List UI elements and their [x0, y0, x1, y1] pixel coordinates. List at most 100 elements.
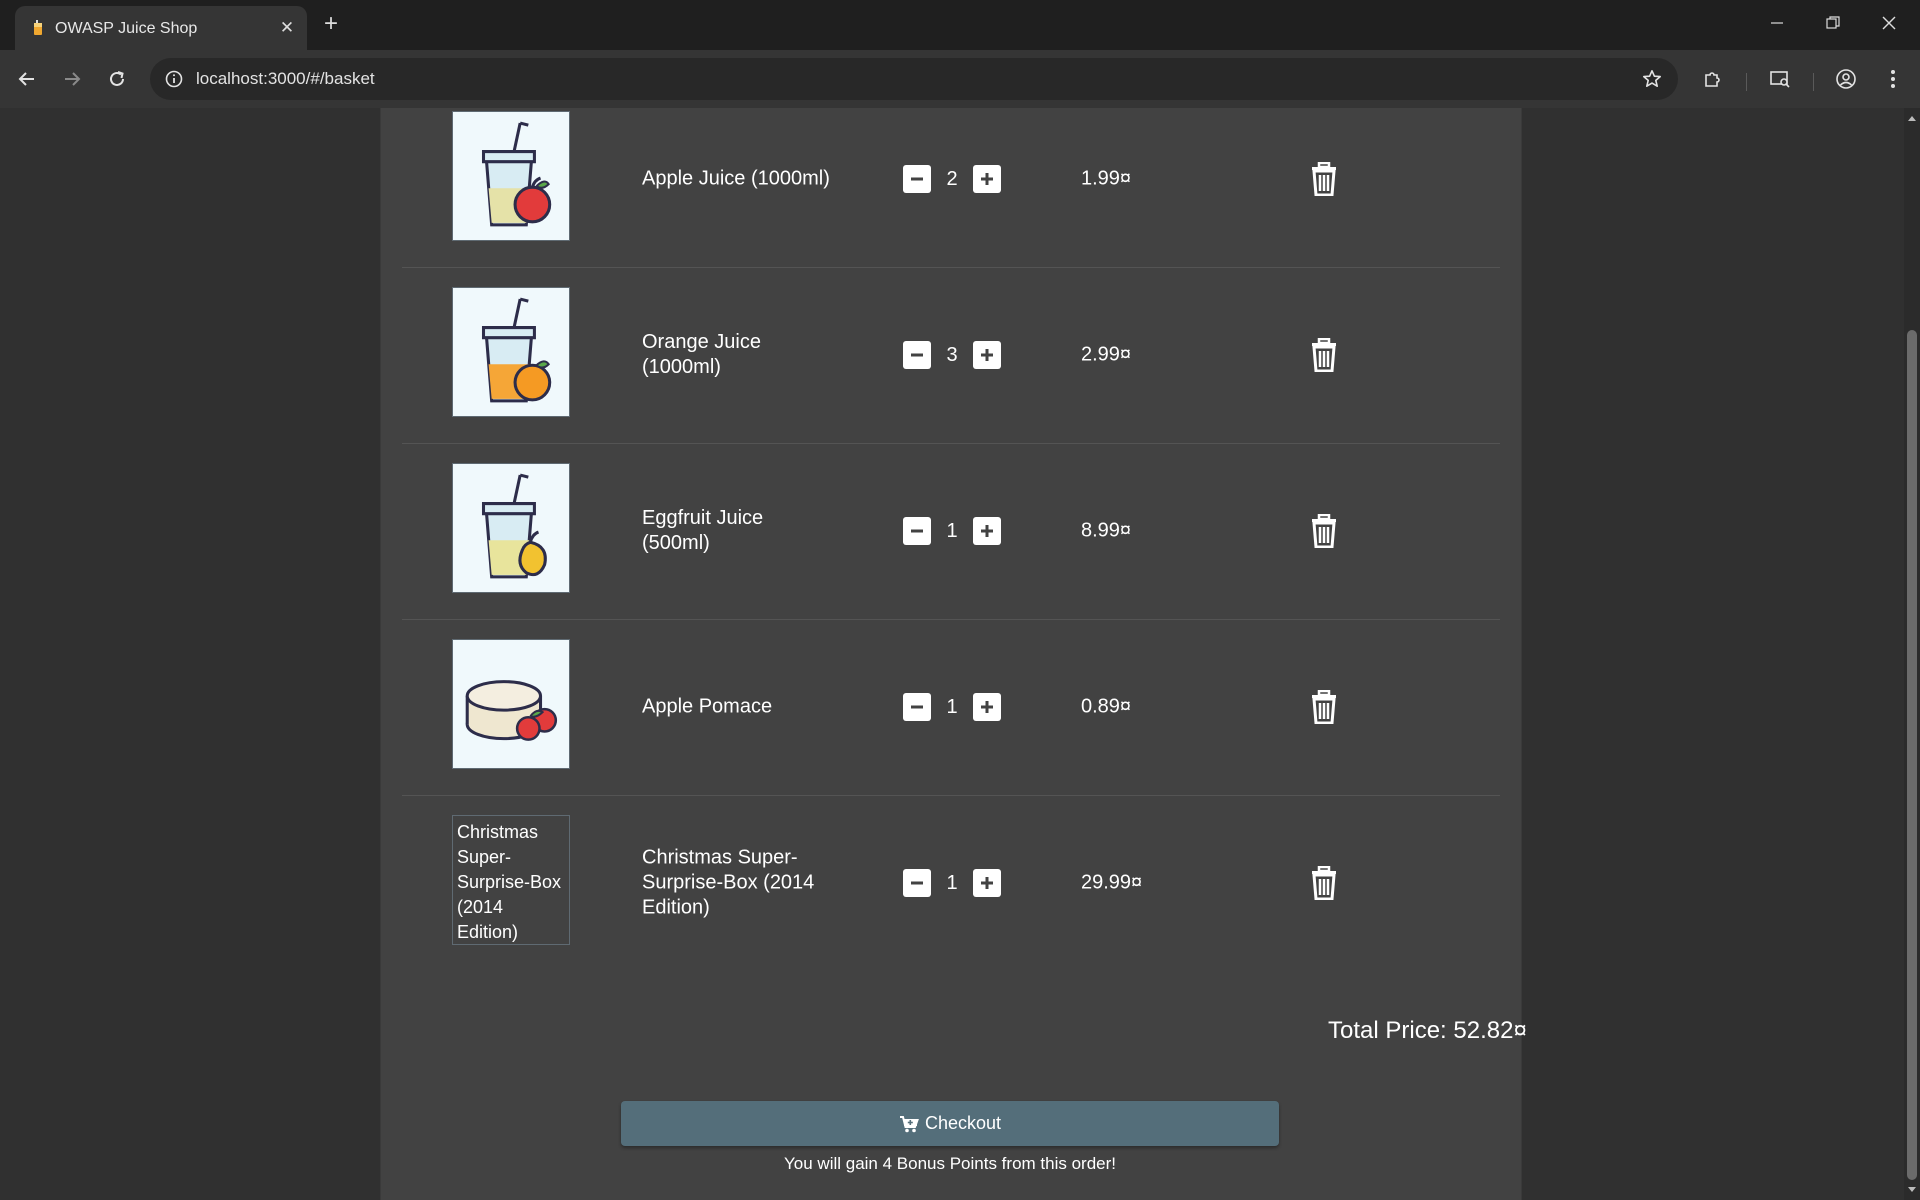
info-icon	[165, 70, 183, 88]
back-button[interactable]	[11, 63, 43, 95]
quantity-stepper: 2	[903, 165, 1001, 193]
quantity-value: 1	[946, 695, 958, 718]
product-image-apple-juice	[452, 111, 570, 241]
checkout-label: Checkout	[924, 1113, 1002, 1133]
restore-icon	[1826, 16, 1840, 29]
vertical-scrollbar[interactable]	[1904, 108, 1920, 1200]
increase-quantity-button[interactable]	[973, 165, 1001, 193]
product-price: 2.99¤	[1081, 343, 1132, 366]
minimize-button[interactable]	[1749, 0, 1805, 46]
new-tab-button[interactable]: +	[318, 12, 344, 38]
product-image-orange-juice	[452, 287, 570, 417]
browser-tab[interactable]: OWASP Juice Shop ✕	[15, 6, 307, 50]
toolbar-divider	[1813, 73, 1814, 91]
tab-strip: OWASP Juice Shop ✕ +	[0, 0, 1920, 50]
reload-button[interactable]	[101, 63, 133, 95]
site-info-button[interactable]	[160, 65, 188, 93]
trash-icon[interactable]	[1309, 338, 1339, 372]
minus-icon	[911, 177, 923, 181]
scroll-down-button[interactable]	[1904, 1182, 1920, 1198]
juice-shop-favicon-icon	[34, 20, 42, 35]
quantity-value: 1	[946, 871, 958, 894]
increase-quantity-button[interactable]	[973, 341, 1001, 369]
quantity-value: 3	[946, 343, 958, 366]
trash-icon[interactable]	[1309, 690, 1339, 724]
product-image-broken: Christmas Super-Surprise-Box (2014 Editi…	[452, 815, 570, 945]
browser-menu-button[interactable]	[1877, 63, 1909, 95]
increase-quantity-button[interactable]	[973, 517, 1001, 545]
close-window-button[interactable]	[1861, 0, 1917, 46]
decrease-quantity-button[interactable]	[903, 517, 931, 545]
minus-icon	[911, 705, 923, 709]
increase-quantity-button[interactable]	[973, 693, 1001, 721]
tab-close-icon[interactable]: ✕	[277, 18, 297, 38]
trash-icon[interactable]	[1309, 162, 1339, 196]
basket-row: Apple Juice (1000ml) 2 1.99¤	[402, 108, 1500, 268]
checkout-button[interactable]: Checkout	[621, 1101, 1279, 1146]
total-price: Total Price: 52.82¤	[1328, 1017, 1527, 1044]
quantity-stepper: 3	[903, 341, 1001, 369]
product-name: Apple Pomace	[642, 695, 773, 718]
minimize-icon	[1771, 22, 1783, 24]
apple-pomace-image	[465, 680, 558, 741]
url-text[interactable]: localhost:3000/#/basket	[196, 69, 375, 89]
trash-icon[interactable]	[1309, 866, 1339, 900]
eggfruit-juice-image	[481, 473, 547, 579]
product-price: 29.99¤	[1081, 871, 1143, 894]
product-name: Eggfruit Juice (500ml)	[642, 507, 764, 554]
quantity-stepper: 1	[903, 869, 1001, 897]
increase-quantity-button[interactable]	[973, 869, 1001, 897]
close-icon	[1882, 16, 1896, 30]
minus-icon	[911, 353, 923, 357]
product-image-eggfruit-juice	[452, 463, 570, 593]
forward-arrow-icon	[65, 72, 81, 86]
plus-icon	[981, 173, 993, 185]
scroll-up-button[interactable]	[1904, 110, 1920, 126]
decrease-quantity-button[interactable]	[903, 165, 931, 193]
basket-row: Christmas Super-Surprise-Box (2014 Editi…	[402, 795, 1500, 971]
basket-row: Eggfruit Juice (500ml) 1 8.99¤	[402, 443, 1500, 620]
forward-button[interactable]	[56, 63, 88, 95]
page-viewport: Apple Juice (1000ml) 2 1.99¤ Orange Juic…	[0, 108, 1904, 1200]
browser-toolbar: localhost:3000/#/basket	[0, 50, 1920, 108]
address-bar[interactable]: localhost:3000/#/basket	[150, 58, 1678, 100]
plus-icon	[981, 525, 993, 537]
plus-icon	[981, 349, 993, 361]
product-image-apple-pomace	[452, 639, 570, 769]
quantity-stepper: 1	[903, 693, 1001, 721]
basket-row: Orange Juice (1000ml) 3 2.99¤	[402, 267, 1500, 444]
quantity-value: 2	[946, 167, 958, 190]
scroll-down-arrow-icon	[1908, 1187, 1916, 1192]
minus-icon	[911, 529, 923, 533]
product-price: 0.89¤	[1081, 695, 1132, 718]
profile-icon	[1836, 69, 1856, 89]
product-price: 8.99¤	[1081, 519, 1132, 542]
plus-icon	[981, 877, 993, 889]
decrease-quantity-button[interactable]	[903, 869, 931, 897]
bonus-points-text: You will gain 4 Bonus Points from this o…	[784, 1154, 1116, 1173]
decrease-quantity-button[interactable]	[903, 341, 931, 369]
orange-juice-image	[481, 297, 552, 403]
restore-button[interactable]	[1805, 0, 1861, 46]
product-price: 1.99¤	[1081, 167, 1132, 190]
bookmark-button[interactable]	[1638, 65, 1666, 93]
star-icon	[1643, 70, 1661, 87]
media-controls-button[interactable]	[1764, 63, 1796, 95]
trash-icon[interactable]	[1309, 514, 1339, 548]
cart-icon	[899, 1115, 919, 1132]
puzzle-icon	[1705, 72, 1720, 87]
quantity-value: 1	[946, 519, 958, 542]
scrollbar-thumb[interactable]	[1907, 330, 1917, 1180]
extensions-button[interactable]	[1697, 63, 1729, 95]
media-search-icon	[1770, 71, 1790, 88]
product-name: Orange Juice (1000ml)	[642, 331, 761, 378]
quantity-stepper: 1	[903, 517, 1001, 545]
scroll-up-arrow-icon	[1908, 116, 1916, 121]
decrease-quantity-button[interactable]	[903, 693, 931, 721]
profile-button[interactable]	[1830, 63, 1862, 95]
product-name: Apple Juice (1000ml)	[642, 167, 830, 190]
reload-icon	[110, 71, 124, 86]
apple-juice-image	[481, 121, 552, 227]
product-name: Christmas Super-Surprise-Box (2014 Editi…	[642, 846, 815, 919]
plus-icon	[981, 701, 993, 713]
